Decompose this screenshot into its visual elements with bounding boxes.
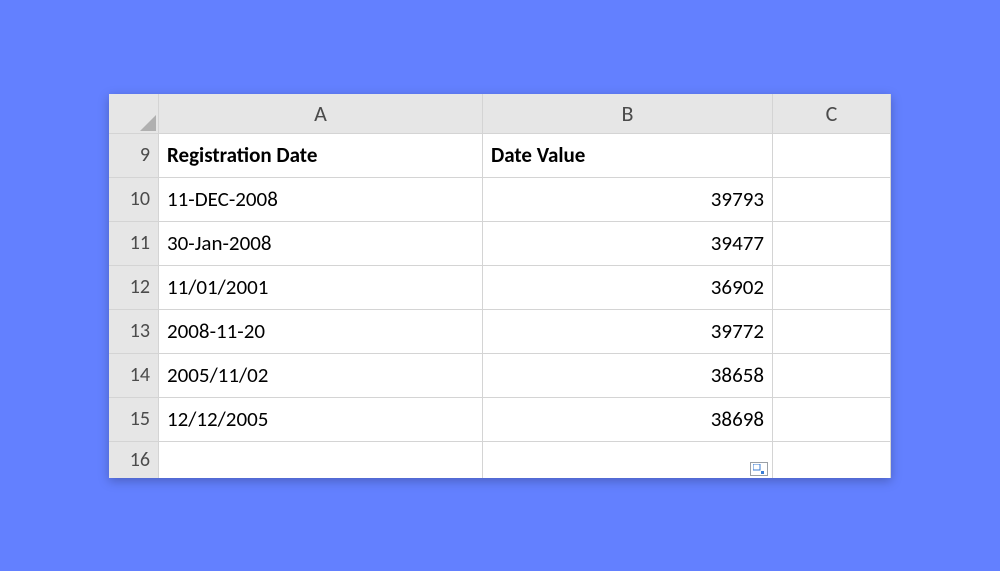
column-header-row: A B C: [109, 94, 891, 134]
cell-C16[interactable]: [773, 442, 891, 478]
column-header-A[interactable]: A: [159, 94, 483, 134]
cell-C15[interactable]: [773, 398, 891, 442]
table-row: 15 12/12/2005 38698: [109, 398, 891, 442]
table-row: 12 11/01/2001 36902: [109, 266, 891, 310]
cell-A16[interactable]: [159, 442, 483, 478]
cell-B15[interactable]: 38698: [483, 398, 773, 442]
row-header[interactable]: 13: [109, 310, 159, 354]
table-row: 14 2005/11/02 38658: [109, 354, 891, 398]
table-row: 9 Registration Date Date Value: [109, 134, 891, 178]
row-header[interactable]: 12: [109, 266, 159, 310]
cell-B12[interactable]: 36902: [483, 266, 773, 310]
column-header-B[interactable]: B: [483, 94, 773, 134]
table-row: 10 11-DEC-2008 39793: [109, 178, 891, 222]
cell-B13[interactable]: 39772: [483, 310, 773, 354]
cell-B10[interactable]: 39793: [483, 178, 773, 222]
table-row: 16: [109, 442, 891, 478]
cell-A11[interactable]: 30-Jan-2008: [159, 222, 483, 266]
cell-A9[interactable]: Registration Date: [159, 134, 483, 178]
cell-A10[interactable]: 11-DEC-2008: [159, 178, 483, 222]
row-header[interactable]: 14: [109, 354, 159, 398]
row-header[interactable]: 10: [109, 178, 159, 222]
cell-B11[interactable]: 39477: [483, 222, 773, 266]
row-header[interactable]: 11: [109, 222, 159, 266]
spreadsheet: A B C 9 Registration Date Date Value 10 …: [109, 94, 891, 478]
table-row: 11 30-Jan-2008 39477: [109, 222, 891, 266]
table-row: 13 2008-11-20 39772: [109, 310, 891, 354]
row-header[interactable]: 15: [109, 398, 159, 442]
cell-B16[interactable]: [483, 442, 773, 478]
cell-A13[interactable]: 2008-11-20: [159, 310, 483, 354]
select-all-corner[interactable]: [109, 94, 159, 134]
cell-B9[interactable]: Date Value: [483, 134, 773, 178]
autofill-options-button[interactable]: [750, 462, 768, 476]
cell-A15[interactable]: 12/12/2005: [159, 398, 483, 442]
cell-C13[interactable]: [773, 310, 891, 354]
cell-C9[interactable]: [773, 134, 891, 178]
cell-A12[interactable]: 11/01/2001: [159, 266, 483, 310]
cell-C12[interactable]: [773, 266, 891, 310]
cell-A14[interactable]: 2005/11/02: [159, 354, 483, 398]
cell-C14[interactable]: [773, 354, 891, 398]
cell-C10[interactable]: [773, 178, 891, 222]
row-header[interactable]: 9: [109, 134, 159, 178]
column-header-C[interactable]: C: [773, 94, 891, 134]
cell-B14[interactable]: 38658: [483, 354, 773, 398]
autofill-icon: [753, 464, 765, 474]
cell-C11[interactable]: [773, 222, 891, 266]
row-header[interactable]: 16: [109, 442, 159, 478]
select-all-triangle-icon: [140, 115, 156, 131]
